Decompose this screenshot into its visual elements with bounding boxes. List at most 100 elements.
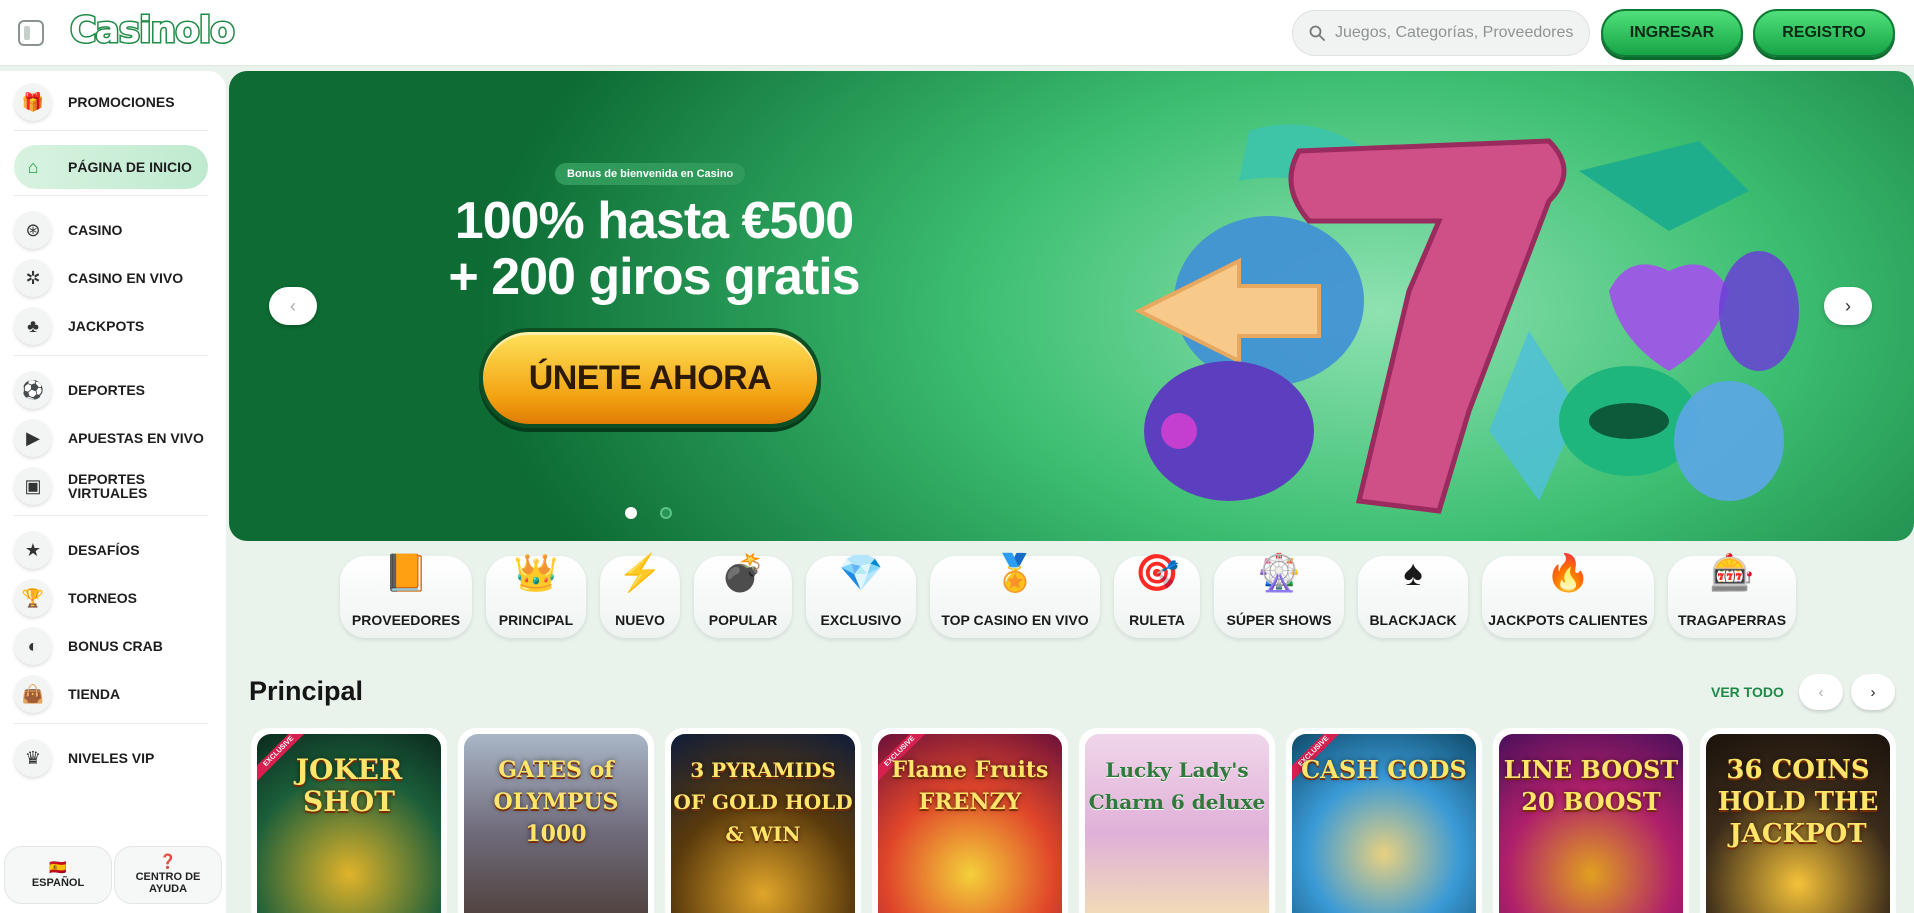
game-thumbnail: 3 PYRAMIDS OF GOLD HOLD & WIN [671, 734, 855, 913]
sidebar: 🎁 PROMOCIONES ⌂ PÁGINA DE INICIO ⊛ CASIN… [0, 71, 226, 913]
sidebar-item-torneos[interactable]: 🏆 TORNEOS [14, 576, 208, 620]
sidebar-item-live-casino[interactable]: ✲ CASINO EN VIVO [14, 256, 208, 300]
crab-icon: ◐ [14, 627, 52, 665]
game-card[interactable]: GATES of OLYMPUS 1000 [458, 728, 654, 913]
category-exclusivo[interactable]: 💎 EXCLUSIVO [806, 552, 916, 638]
trophy-icon: 🏆 [14, 579, 52, 617]
home-icon: ⌂ [27, 156, 39, 177]
star-icon: ★ [14, 531, 52, 569]
category-top-casino-en-vivo[interactable]: 🏅 TOP CASINO EN VIVO [930, 552, 1100, 638]
search-input[interactable] [1335, 24, 1585, 42]
sidebar-divider [14, 723, 208, 724]
promo-tag: Bonus de bienvenida en Casino [555, 163, 746, 185]
promo-title-line1: 100% hasta €500 [454, 192, 854, 250]
sidebar-item-casino[interactable]: ⊛ CASINO [14, 208, 208, 252]
sidebar-item-label: NIVELES VIP [68, 750, 155, 766]
game-thumbnail: LINE BOOST 20 BOOST [1499, 734, 1683, 913]
category-label: TOP CASINO EN VIVO [941, 612, 1089, 628]
category-blackjack[interactable]: ♠ BLACKJACK [1358, 552, 1468, 638]
category-label: TRAGAPERRAS [1677, 612, 1787, 628]
virtual-sports-icon: ▣ [14, 467, 52, 505]
category-proveedores[interactable]: 📙 PROVEEDORES [340, 552, 472, 638]
section-title: Principal [249, 676, 364, 706]
join-now-button[interactable]: ÚNETE AHORA [479, 328, 821, 428]
category-label: POPULAR [708, 612, 778, 628]
promo-title: 100% hasta €500 + 200 giros gratis [434, 193, 874, 305]
soccer-ball-icon: ⚽ [14, 371, 52, 409]
see-all-link[interactable]: VER TODO [1711, 684, 1784, 700]
category-nuevo[interactable]: ⚡ NUEVO [600, 552, 680, 638]
game-card[interactable]: EXCLUSIVE Flame Fruits FRENZY [872, 728, 1068, 913]
search-icon [1309, 25, 1325, 41]
sidebar-item-niveles-vip[interactable]: ♛ NIVELES VIP [14, 736, 208, 780]
category-label: JACKPOTS CALIENTES [1488, 612, 1648, 628]
category-label: SÚPER SHOWS [1226, 612, 1332, 628]
category-tragaperras[interactable]: 🎰 TRAGAPERRAS [1668, 552, 1796, 638]
game-card[interactable]: 3 PYRAMIDS OF GOLD HOLD & WIN [665, 728, 861, 913]
game-thumbnail: 36 COINS HOLD THE JACKPOT [1706, 734, 1890, 913]
sidebar-item-label: DESAFÍOS [68, 542, 140, 558]
game-title: 3 PYRAMIDS OF GOLD HOLD & WIN [673, 758, 853, 846]
spain-flag-icon: 🇪🇸 [49, 859, 67, 875]
sidebar-item-tienda[interactable]: 👜 TIENDA [14, 672, 208, 716]
sidebar-item-live-bets[interactable]: ▶ APUESTAS EN VIVO [14, 416, 208, 460]
promo-banner[interactable]: Bonus de bienvenida en Casino 100% hasta… [229, 71, 1914, 541]
sidebar-item-label: BONUS CRAB [68, 638, 163, 654]
sidebar-item-label: CASINO EN VIVO [68, 270, 184, 286]
sidebar-item-desafios[interactable]: ★ DESAFÍOS [14, 528, 208, 572]
sidebar-item-bonus-crab[interactable]: ◐ BONUS CRAB [14, 624, 208, 668]
banner-next-button[interactable]: › [1824, 287, 1872, 325]
sidebar-item-label: APUESTAS EN VIVO [68, 430, 204, 446]
category-ruleta[interactable]: 🎯 RULETA [1114, 552, 1200, 638]
fire-icon: 🔥 [1545, 552, 1591, 593]
search-bar[interactable] [1292, 10, 1590, 56]
help-center-button[interactable]: ❓ CENTRO DE AYUDA [114, 846, 222, 904]
game-card[interactable]: Lucky Lady's Charm 6 deluxe [1079, 728, 1275, 913]
sidebar-divider [14, 195, 208, 196]
sidebar-item-home[interactable]: ⌂ PÁGINA DE INICIO [14, 145, 208, 189]
game-card[interactable]: EXCLUSIVE JOKER SHOT [251, 728, 447, 913]
category-label: NUEVO [615, 612, 665, 628]
section-next-button[interactable]: › [1851, 674, 1895, 710]
game-card[interactable]: LINE BOOST 20 BOOST [1493, 728, 1689, 913]
category-super-shows[interactable]: 🎡 SÚPER SHOWS [1214, 552, 1344, 638]
casino-chip-icon: ⊛ [14, 211, 52, 249]
language-button[interactable]: 🇪🇸 ESPAÑOL [4, 846, 112, 904]
category-principal[interactable]: 👑 PRINCIPAL [486, 552, 586, 638]
sidebar-divider [14, 130, 208, 131]
crown-icon: 👑 [513, 552, 559, 593]
sidebar-item-promociones[interactable]: 🎁 PROMOCIONES [14, 80, 208, 124]
category-popular[interactable]: 💣 POPULAR [694, 552, 792, 638]
wheel-icon: 🎡 [1256, 552, 1302, 593]
sidebar-item-label: JACKPOTS [68, 318, 145, 334]
game-thumbnail: EXCLUSIVE JOKER SHOT [257, 734, 441, 913]
register-button[interactable]: REGISTRO [1753, 9, 1895, 57]
game-title: GATES of OLYMPUS 1000 [493, 757, 619, 847]
category-label: PROVEEDORES [351, 612, 461, 628]
slot-machine-icon: 🎰 [1709, 552, 1755, 593]
category-jackpots-calientes[interactable]: 🔥 JACKPOTS CALIENTES [1482, 552, 1654, 638]
casinolo-logo[interactable]: Casinolo [69, 9, 237, 53]
slide-dot-1[interactable] [625, 507, 637, 519]
sidebar-item-virtual-sports[interactable]: ▣ DEPORTES VIRTUALES [14, 464, 208, 508]
banner-prev-button[interactable]: ‹ [269, 287, 317, 325]
bomb-icon: 💣 [720, 552, 766, 593]
section-prev-button[interactable]: ‹ [1799, 674, 1843, 710]
sidebar-item-deportes[interactable]: ⚽ DEPORTES [14, 368, 208, 412]
sidebar-item-label: TIENDA [68, 686, 121, 702]
help-icon: ❓ [159, 853, 177, 869]
sidebar-toggle-icon[interactable] [18, 20, 44, 46]
game-card[interactable]: EXCLUSIVE CASH GODS [1286, 728, 1482, 913]
live-casino-icon: ✲ [14, 259, 52, 297]
chevron-left-icon: ‹ [290, 295, 296, 316]
shopping-bag-icon: 👜 [14, 675, 52, 713]
game-card[interactable]: 36 COINS HOLD THE JACKPOT [1700, 728, 1896, 913]
sidebar-item-label: PÁGINA DE INICIO [68, 159, 192, 175]
spade-icon: ♠ [1403, 552, 1423, 593]
login-button[interactable]: INGRESAR [1601, 9, 1743, 57]
category-label: PRINCIPAL [498, 612, 574, 628]
sidebar-item-jackpots[interactable]: ♣ JACKPOTS [14, 304, 208, 348]
top-header: Casinolo INGRESAR REGISTRO [0, 0, 1914, 66]
game-title: Lucky Lady's Charm 6 deluxe [1088, 758, 1266, 814]
slide-dot-2[interactable] [660, 507, 672, 519]
